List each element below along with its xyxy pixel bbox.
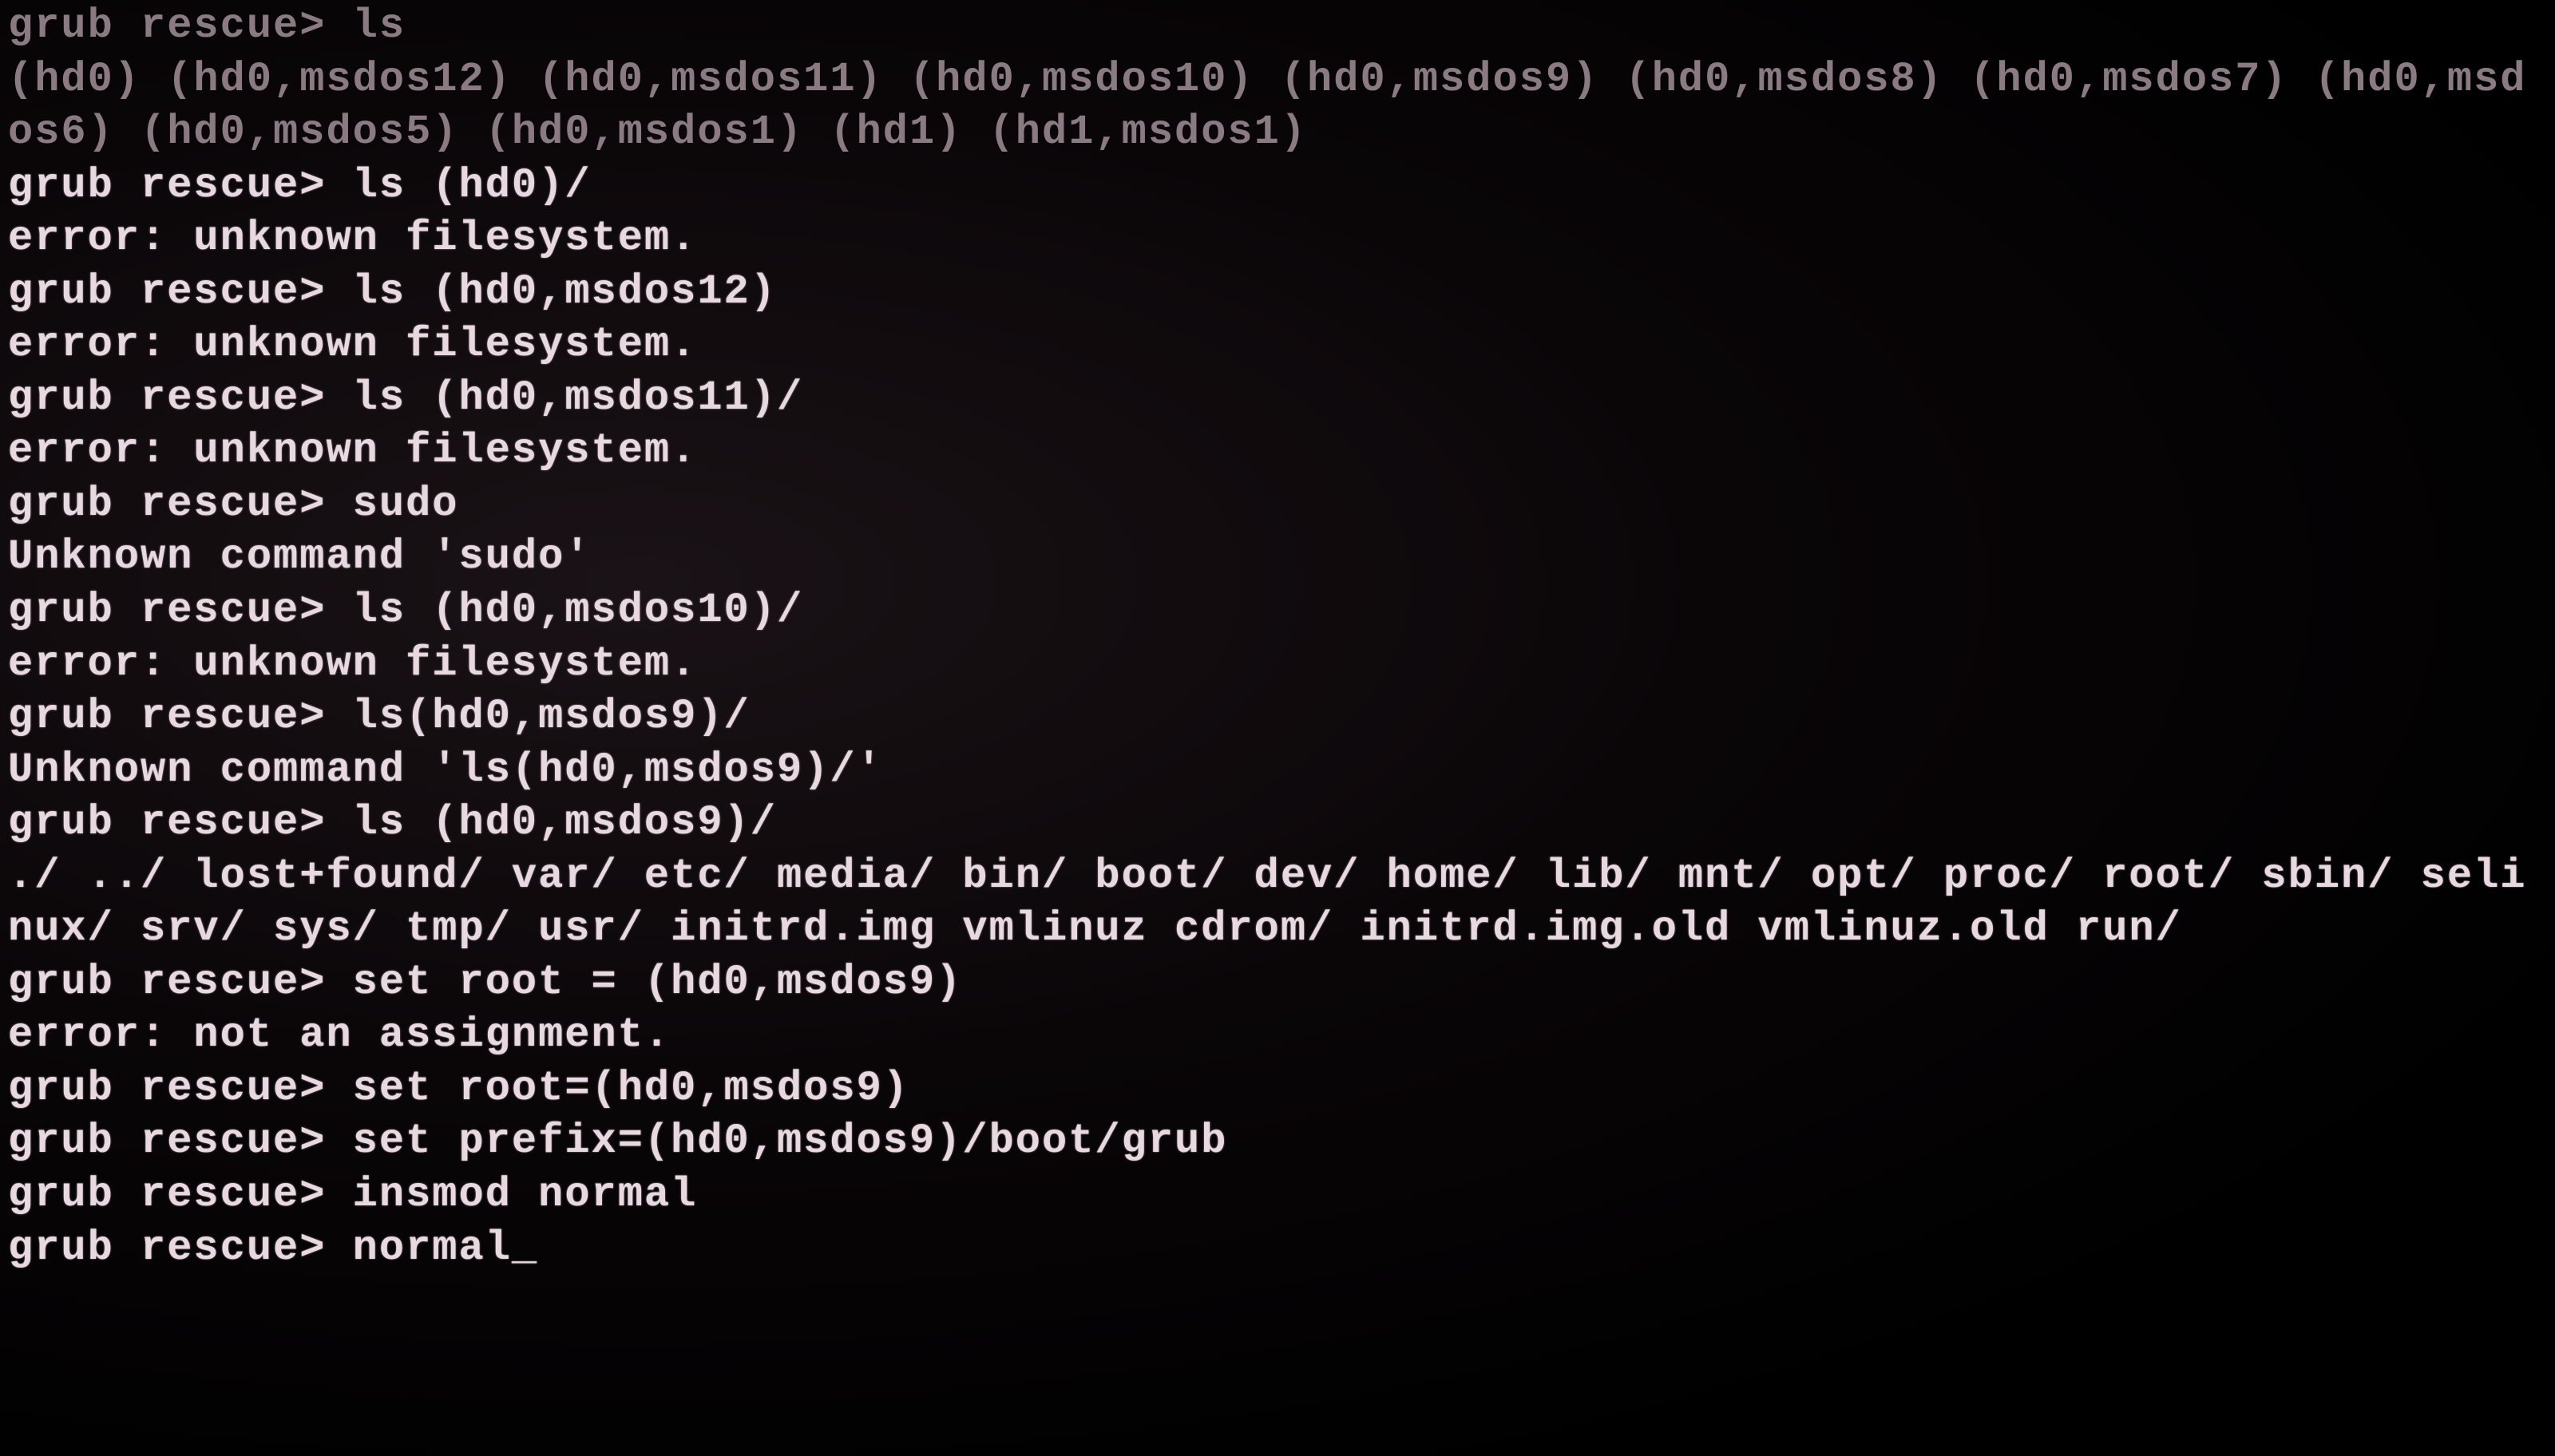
terminal-prompt: grub rescue> [8, 481, 353, 528]
terminal-prompt: grub rescue> [8, 693, 353, 740]
terminal-text: error: unknown filesystem. [8, 215, 697, 262]
terminal-prompt: grub rescue> [8, 587, 353, 634]
terminal-text: ls [353, 2, 406, 49]
terminal-text: ls(hd0,msdos9)/ [353, 693, 751, 740]
terminal-text: set root=(hd0,msdos9) [353, 1065, 909, 1112]
terminal-text: ./ ../ lost+found/ var/ etc/ media/ bin/… [8, 853, 2526, 953]
terminal-text: Unknown command 'ls(hd0,msdos9)/' [8, 746, 883, 793]
terminal-text: error: unknown filesystem. [8, 321, 697, 368]
terminal-text: ls (hd0,msdos10)/ [353, 587, 804, 634]
terminal-prompt: grub rescue> [8, 1171, 353, 1218]
terminal-text: ls (hd0)/ [353, 162, 592, 209]
terminal-text: ls (hd0,msdos9)/ [353, 799, 777, 846]
terminal-prompt: grub rescue> [8, 1118, 353, 1165]
terminal-text: ls (hd0,msdos11)/ [353, 374, 804, 421]
terminal-text: set prefix=(hd0,msdos9)/boot/grub [353, 1118, 1228, 1165]
terminal-text: error: unknown filesystem. [8, 427, 697, 474]
terminal-cursor: _ [512, 1222, 538, 1276]
grub-rescue-terminal[interactable]: grub rescue> ls (hd0) (hd0,msdos12) (hd0… [0, 0, 2555, 1456]
terminal-prompt: grub rescue> [8, 1065, 353, 1112]
terminal-prompt: grub rescue> [8, 374, 353, 421]
terminal-text: (hd0) (hd0,msdos12) (hd0,msdos11) (hd0,m… [8, 56, 2526, 156]
terminal-prompt: grub rescue> [8, 799, 353, 846]
terminal-prompt: grub rescue> [8, 2, 353, 49]
terminal-text: insmod normal [353, 1171, 698, 1218]
terminal-text: error: unknown filesystem. [8, 640, 697, 687]
terminal-text: ls (hd0,msdos12) [353, 268, 777, 315]
terminal-prompt: grub rescue> [8, 162, 353, 209]
terminal-text: normal [353, 1225, 512, 1272]
terminal-text: sudo [353, 481, 459, 528]
terminal-text: set root = (hd0,msdos9) [353, 959, 963, 1006]
terminal-text: Unknown command 'sudo' [8, 533, 592, 580]
terminal-prompt: grub rescue> [8, 268, 353, 315]
terminal-prompt: grub rescue> [8, 959, 353, 1006]
terminal-prompt: grub rescue> [8, 1225, 353, 1272]
terminal-text: error: not an assignment. [8, 1011, 671, 1058]
